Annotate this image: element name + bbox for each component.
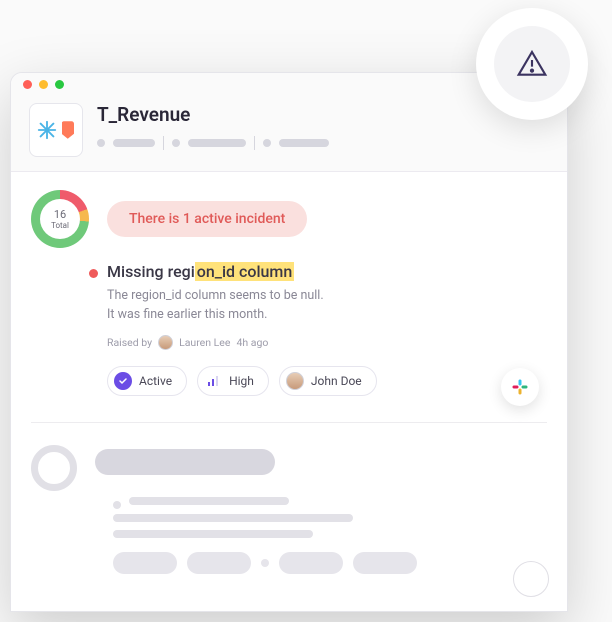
- skeleton-section: [11, 423, 567, 574]
- meta-placeholder-dot: [97, 139, 105, 147]
- skeleton-dot: [261, 559, 269, 567]
- content-area: 16 Total There is 1 active incident Miss…: [11, 172, 567, 423]
- skeleton-dot: [113, 501, 121, 509]
- meta-placeholder-dot: [172, 139, 180, 147]
- meta-placeholder-bar: [279, 139, 329, 147]
- incident-status-dot-icon: [89, 269, 98, 278]
- tag-icon: [62, 120, 76, 140]
- skeleton-chip: [187, 552, 251, 574]
- priority-chip[interactable]: High: [197, 366, 269, 396]
- avatar: [286, 372, 304, 390]
- header-meta: [97, 136, 329, 150]
- assignee-chip-label: John Doe: [311, 374, 362, 388]
- incident-card[interactable]: Missing region_id column The region_id c…: [31, 248, 547, 412]
- meta-placeholder-bar: [113, 139, 155, 147]
- window-close-button[interactable]: [23, 80, 32, 89]
- avatar: [158, 335, 173, 350]
- skeleton-lines: [95, 495, 547, 538]
- donut-total-label: Total: [51, 221, 69, 230]
- page-title: T_Revenue: [97, 103, 329, 126]
- skeleton-chip: [279, 552, 343, 574]
- skeleton-line: [113, 514, 353, 522]
- incident-title: Missing region_id column: [107, 262, 547, 281]
- floating-ghost-button[interactable]: [513, 561, 549, 597]
- donut-center-label: 16 Total: [51, 208, 69, 231]
- status-chip[interactable]: Active: [107, 366, 187, 396]
- slack-share-button[interactable]: [501, 368, 539, 406]
- incident-donut-chart[interactable]: 16 Total: [31, 190, 89, 248]
- skeleton-chip: [353, 552, 417, 574]
- snowflake-icon: [36, 119, 58, 141]
- status-chip-label: Active: [139, 374, 172, 388]
- active-incident-banner[interactable]: There is 1 active incident: [107, 201, 307, 237]
- meta-placeholder-dot: [263, 139, 271, 147]
- datasource-icon-tile: [29, 103, 83, 157]
- skeleton-chip: [113, 552, 177, 574]
- skeleton-line: [129, 497, 289, 505]
- incident-description: The region_id column seems to be null. I…: [107, 287, 547, 325]
- raised-prefix: Raised by: [107, 336, 152, 349]
- incident-title-highlight: on_id column: [195, 262, 294, 281]
- donut-total-value: 16: [51, 208, 69, 221]
- raised-by-name: Lauren Lee: [179, 336, 230, 349]
- incident-raised-by: Raised by Lauren Lee 4h ago: [107, 335, 547, 350]
- skeleton-pill: [95, 449, 275, 475]
- incident-chips-row: Active High John Doe: [107, 366, 547, 396]
- header-text-block: T_Revenue: [97, 103, 329, 150]
- slack-icon: [511, 378, 529, 396]
- skeleton-circle: [31, 445, 77, 491]
- meta-separator: [163, 136, 164, 150]
- window-zoom-button[interactable]: [55, 80, 64, 89]
- skeleton-chips-row: [95, 552, 547, 574]
- page-header: T_Revenue: [11, 95, 567, 172]
- priority-chip-label: High: [229, 374, 254, 388]
- alert-floating-badge-inner: [494, 26, 570, 102]
- meta-separator: [254, 136, 255, 150]
- skeleton-body: [95, 445, 547, 574]
- raised-time: 4h ago: [236, 336, 268, 349]
- meta-placeholder-bar: [188, 139, 246, 147]
- assignee-chip[interactable]: John Doe: [279, 366, 377, 396]
- warning-triangle-icon: [516, 48, 548, 80]
- skeleton-line: [113, 530, 313, 538]
- incident-title-text: Missing regi: [107, 262, 195, 281]
- summary-row: 16 Total There is 1 active incident: [31, 190, 547, 248]
- alert-floating-badge[interactable]: [476, 8, 588, 120]
- bar-chart-icon: [204, 372, 222, 390]
- incident-desc-line: It was fine earlier this month.: [107, 307, 267, 322]
- app-window: T_Revenue 16 Total There is 1 active i: [10, 72, 568, 612]
- check-circle-icon: [114, 372, 132, 390]
- window-minimize-button[interactable]: [39, 80, 48, 89]
- incident-desc-line: The region_id column seems to be null.: [107, 288, 324, 303]
